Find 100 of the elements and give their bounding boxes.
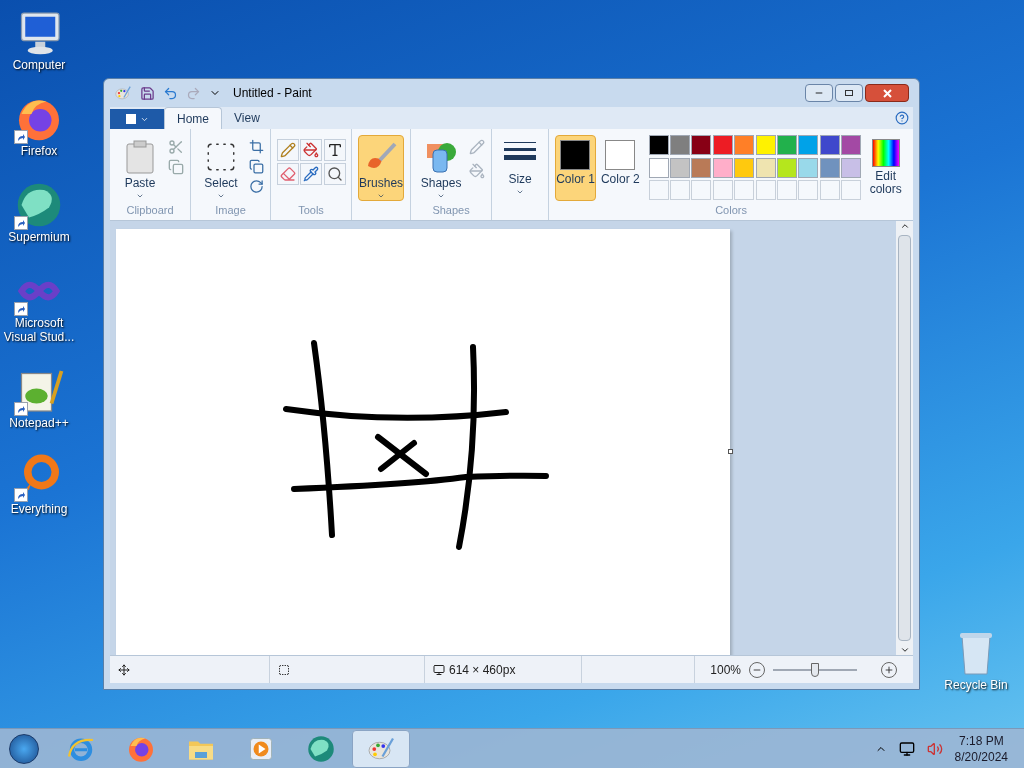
window-title: Untitled - Paint bbox=[233, 85, 312, 102]
color-select-button[interactable]: Color 2 bbox=[599, 135, 641, 201]
dropdown-caret-icon bbox=[377, 192, 386, 200]
empty-swatch[interactable] bbox=[755, 180, 776, 201]
desktop-icon-label[interactable]: Microsoft Visual Stud... bbox=[0, 316, 78, 344]
empty-swatch[interactable] bbox=[712, 180, 733, 201]
fill-icon[interactable] bbox=[469, 163, 486, 179]
empty-swatch[interactable] bbox=[840, 180, 861, 201]
eraser-icon[interactable] bbox=[280, 166, 296, 182]
edit-colors-button[interactable]: Edit colors bbox=[864, 135, 907, 201]
resize-icon[interactable] bbox=[249, 159, 264, 174]
size-button[interactable]: Size bbox=[498, 135, 543, 201]
empty-swatch[interactable] bbox=[776, 180, 797, 201]
paint-bucket-icon[interactable] bbox=[303, 142, 320, 158]
ribbon-tab[interactable]: Home bbox=[164, 107, 222, 129]
dropdown-caret-icon bbox=[136, 192, 144, 200]
rotate-icon[interactable] bbox=[249, 179, 264, 194]
ribbon-tab[interactable]: View bbox=[222, 107, 272, 129]
palette-swatch[interactable] bbox=[819, 135, 840, 155]
copy-icon[interactable] bbox=[168, 159, 184, 175]
palette-swatch[interactable] bbox=[691, 157, 712, 178]
palette-icon bbox=[114, 84, 132, 102]
group-label: Tools bbox=[298, 202, 324, 218]
undo-icon[interactable] bbox=[163, 85, 178, 101]
palette-swatch[interactable] bbox=[840, 157, 861, 178]
palette-swatch[interactable] bbox=[776, 135, 797, 155]
menu-icon bbox=[125, 114, 136, 124]
empty-swatch[interactable] bbox=[798, 180, 819, 201]
palette-swatch[interactable] bbox=[712, 135, 733, 155]
shapes-icon bbox=[425, 140, 458, 174]
desktop-icon-label[interactable]: Supermium bbox=[8, 230, 70, 244]
network-icon[interactable] bbox=[898, 740, 915, 757]
desktop-icon-label[interactable]: Computer bbox=[12, 58, 66, 72]
scroll-up-icon[interactable] bbox=[899, 221, 910, 231]
palette-swatch[interactable] bbox=[648, 157, 669, 178]
redo-icon[interactable] bbox=[186, 85, 201, 101]
empty-swatch[interactable] bbox=[819, 180, 840, 201]
desktop-icon-label[interactable]: Firefox bbox=[20, 144, 58, 158]
empty-swatch[interactable] bbox=[670, 180, 691, 201]
group-label: Image bbox=[215, 202, 246, 218]
magnifier-icon[interactable] bbox=[326, 166, 343, 182]
palette-swatch[interactable] bbox=[691, 135, 712, 155]
group-label: Clipboard bbox=[126, 202, 174, 218]
text-tool-icon[interactable] bbox=[326, 142, 343, 158]
scroll-down-icon[interactable] bbox=[899, 645, 910, 655]
outline-icon[interactable] bbox=[469, 139, 486, 155]
palette-swatch[interactable] bbox=[840, 135, 861, 155]
zoom-percentage: 100% bbox=[710, 661, 741, 679]
palette-swatch[interactable] bbox=[755, 157, 776, 178]
empty-swatch[interactable] bbox=[691, 180, 712, 201]
palette-swatch[interactable] bbox=[712, 157, 733, 178]
group-label: Colors bbox=[715, 202, 747, 218]
palette-swatch[interactable] bbox=[648, 135, 669, 155]
color-picker-icon[interactable] bbox=[303, 166, 320, 182]
dropdown-caret-icon bbox=[437, 192, 446, 200]
clipboard-button[interactable]: Paste bbox=[116, 135, 164, 201]
drawing-canvas[interactable] bbox=[116, 229, 730, 655]
palette-swatch[interactable] bbox=[776, 157, 797, 178]
dropdown-caret-icon bbox=[516, 188, 525, 196]
vertical-scrollbar[interactable] bbox=[896, 221, 913, 655]
clipboard-icon bbox=[125, 140, 155, 174]
palette-swatch[interactable] bbox=[670, 157, 691, 178]
canvas-size-icon bbox=[433, 663, 445, 676]
empty-swatch[interactable] bbox=[734, 180, 755, 201]
plus-icon bbox=[884, 664, 894, 675]
brushes-button[interactable]: Brushes bbox=[358, 135, 405, 201]
empty-swatch[interactable] bbox=[648, 180, 669, 201]
muted-speaker-icon[interactable] bbox=[926, 740, 943, 757]
color-select-button[interactable]: Color 1 bbox=[555, 135, 596, 201]
scrollbar-thumb[interactable] bbox=[898, 235, 911, 641]
palette-swatch[interactable] bbox=[734, 157, 755, 178]
scissors-icon[interactable] bbox=[168, 139, 184, 155]
canvas-dimensions: 614 × 460px bbox=[449, 661, 516, 679]
palette-swatch[interactable] bbox=[798, 157, 819, 178]
zoom-slider[interactable] bbox=[773, 662, 857, 677]
crop-icon[interactable] bbox=[249, 139, 264, 154]
taskbar-app-button[interactable] bbox=[352, 729, 410, 768]
slider-thumb[interactable] bbox=[811, 662, 819, 677]
desktop-icon-label[interactable]: Everything bbox=[10, 502, 68, 516]
image-button[interactable]: Select bbox=[197, 135, 245, 201]
selection-size-icon bbox=[278, 663, 290, 676]
palette-swatch[interactable] bbox=[670, 135, 691, 155]
palette-swatch[interactable] bbox=[734, 135, 755, 155]
spectrum-icon bbox=[871, 139, 900, 167]
palette-swatch[interactable] bbox=[798, 135, 819, 155]
resize-handle[interactable] bbox=[728, 449, 733, 454]
save-icon[interactable] bbox=[140, 85, 155, 101]
pencil-icon[interactable] bbox=[280, 142, 296, 158]
close-button[interactable] bbox=[865, 84, 909, 102]
palette-swatch[interactable] bbox=[755, 135, 776, 155]
close-icon bbox=[882, 88, 892, 98]
desktop-icon-label[interactable]: Notepad++ bbox=[9, 416, 69, 430]
help-icon[interactable] bbox=[895, 111, 909, 125]
group-label: Shapes bbox=[432, 202, 470, 218]
clock[interactable]: 7:18 PM 8/20/2024 bbox=[954, 732, 1008, 765]
move-cursor-icon bbox=[118, 663, 130, 676]
app-menu-button[interactable] bbox=[110, 109, 164, 129]
palette-swatch[interactable] bbox=[819, 157, 840, 178]
maximize-button[interactable] bbox=[835, 84, 863, 102]
shapes-button[interactable]: Shapes bbox=[417, 135, 466, 201]
